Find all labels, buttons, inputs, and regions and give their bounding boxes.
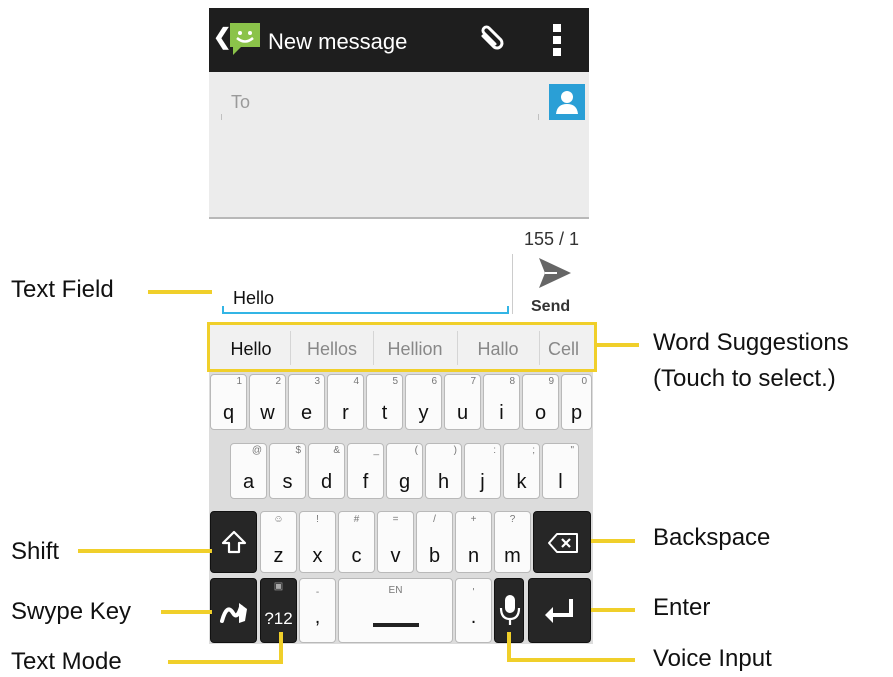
suggestion-separator xyxy=(539,331,540,365)
key-b[interactable]: / b xyxy=(416,511,453,573)
callout-line-swype-key xyxy=(161,610,212,614)
callout-text-mode: Text Mode xyxy=(11,648,122,675)
enter-icon xyxy=(545,599,573,623)
key-k[interactable]: ; k xyxy=(503,443,540,499)
swype-icon xyxy=(220,603,247,623)
key-u[interactable]: 7u xyxy=(444,374,481,430)
key-t[interactable]: 5t xyxy=(366,374,403,430)
suggestion-item[interactable]: Hello xyxy=(215,337,287,361)
callout-shift: Shift xyxy=(11,538,60,565)
key-j[interactable]: :j xyxy=(464,443,501,499)
suggestion-item[interactable]: Hellos xyxy=(293,337,371,361)
backspace-icon xyxy=(548,533,578,553)
key-w[interactable]: 2w xyxy=(249,374,286,430)
to-field-underline xyxy=(221,114,539,120)
paperclip-icon[interactable] xyxy=(475,22,509,56)
key-n[interactable]: + n xyxy=(455,511,492,573)
key-r[interactable]: 4r xyxy=(327,374,364,430)
divider xyxy=(209,217,589,219)
suggestion-item[interactable]: Hallo xyxy=(459,337,537,361)
callout-line-text-mode-h xyxy=(168,660,283,664)
messaging-app-icon[interactable] xyxy=(227,21,263,57)
suggestion-separator xyxy=(457,331,458,365)
key-z[interactable]: ☺ z xyxy=(260,511,297,573)
callout-word-suggestions-hint: (Touch to select.) xyxy=(653,365,836,392)
key-a[interactable]: @ a xyxy=(230,443,267,499)
suggestion-separator xyxy=(373,331,374,365)
period-key[interactable]: ' . xyxy=(455,578,492,643)
callout-text-field: Text Field xyxy=(11,276,114,303)
suggestion-separator xyxy=(290,331,291,365)
send-divider xyxy=(512,254,513,314)
text-field-underline-ends xyxy=(222,306,509,312)
callout-swype-key: Swype Key xyxy=(11,598,132,625)
callout-line-backspace xyxy=(591,539,635,543)
shift-icon xyxy=(221,530,247,554)
callout-line-voice-input-h xyxy=(507,658,635,662)
callout-voice-input: Voice Input xyxy=(653,645,772,672)
key-i[interactable]: 8i xyxy=(483,374,520,430)
key-d[interactable]: & d xyxy=(308,443,345,499)
key-v[interactable]: = v xyxy=(377,511,414,573)
key-x[interactable]: ! x xyxy=(299,511,336,573)
key-l[interactable]: " l xyxy=(542,443,579,499)
text-mode-key-icon: ▣ xyxy=(273,581,284,592)
callout-enter: Enter xyxy=(653,594,711,621)
swype-key[interactable] xyxy=(210,578,257,643)
shift-key[interactable] xyxy=(210,511,257,573)
space-key[interactable]: EN xyxy=(338,578,453,643)
recipient-area xyxy=(209,72,589,217)
send-button[interactable]: Send xyxy=(531,298,570,316)
text-field-underline xyxy=(222,312,509,314)
callout-line-text-mode-v xyxy=(279,632,283,664)
overflow-menu-icon[interactable] xyxy=(553,24,561,56)
suggestion-item[interactable]: Cell xyxy=(548,337,592,361)
key-c[interactable]: # c xyxy=(338,511,375,573)
suggestion-item[interactable]: Hellion xyxy=(375,337,455,361)
comma-key[interactable]: - , xyxy=(299,578,336,643)
contact-picker-icon xyxy=(556,91,578,114)
key-o[interactable]: 9o xyxy=(522,374,559,430)
callout-line-shift xyxy=(78,549,212,553)
key-h[interactable]: ) h xyxy=(425,443,462,499)
callout-word-suggestions: Word Suggestions xyxy=(653,329,849,356)
callout-line-word-suggestions xyxy=(597,343,639,347)
key-q[interactable]: 1q xyxy=(210,374,247,430)
callout-line-text-field xyxy=(148,290,212,294)
key-s[interactable]: $ s xyxy=(269,443,306,499)
send-icon[interactable] xyxy=(537,256,573,290)
key-e[interactable]: 3e xyxy=(288,374,325,430)
page-title: New message xyxy=(268,29,408,54)
contact-picker-button[interactable] xyxy=(549,84,585,120)
key-f[interactable]: _ f xyxy=(347,443,384,499)
microphone-icon xyxy=(499,595,521,625)
enter-key[interactable] xyxy=(528,578,591,643)
key-y[interactable]: 6y xyxy=(405,374,442,430)
to-field[interactable]: To xyxy=(231,92,250,113)
callout-backspace: Backspace xyxy=(653,524,771,551)
backspace-key[interactable] xyxy=(533,511,591,573)
character-counter: 155 / 1 xyxy=(524,229,580,249)
key-p[interactable]: 0p xyxy=(561,374,592,430)
key-m[interactable]: ? m xyxy=(494,511,531,573)
key-g[interactable]: (g xyxy=(386,443,423,499)
callout-line-enter xyxy=(591,608,635,612)
